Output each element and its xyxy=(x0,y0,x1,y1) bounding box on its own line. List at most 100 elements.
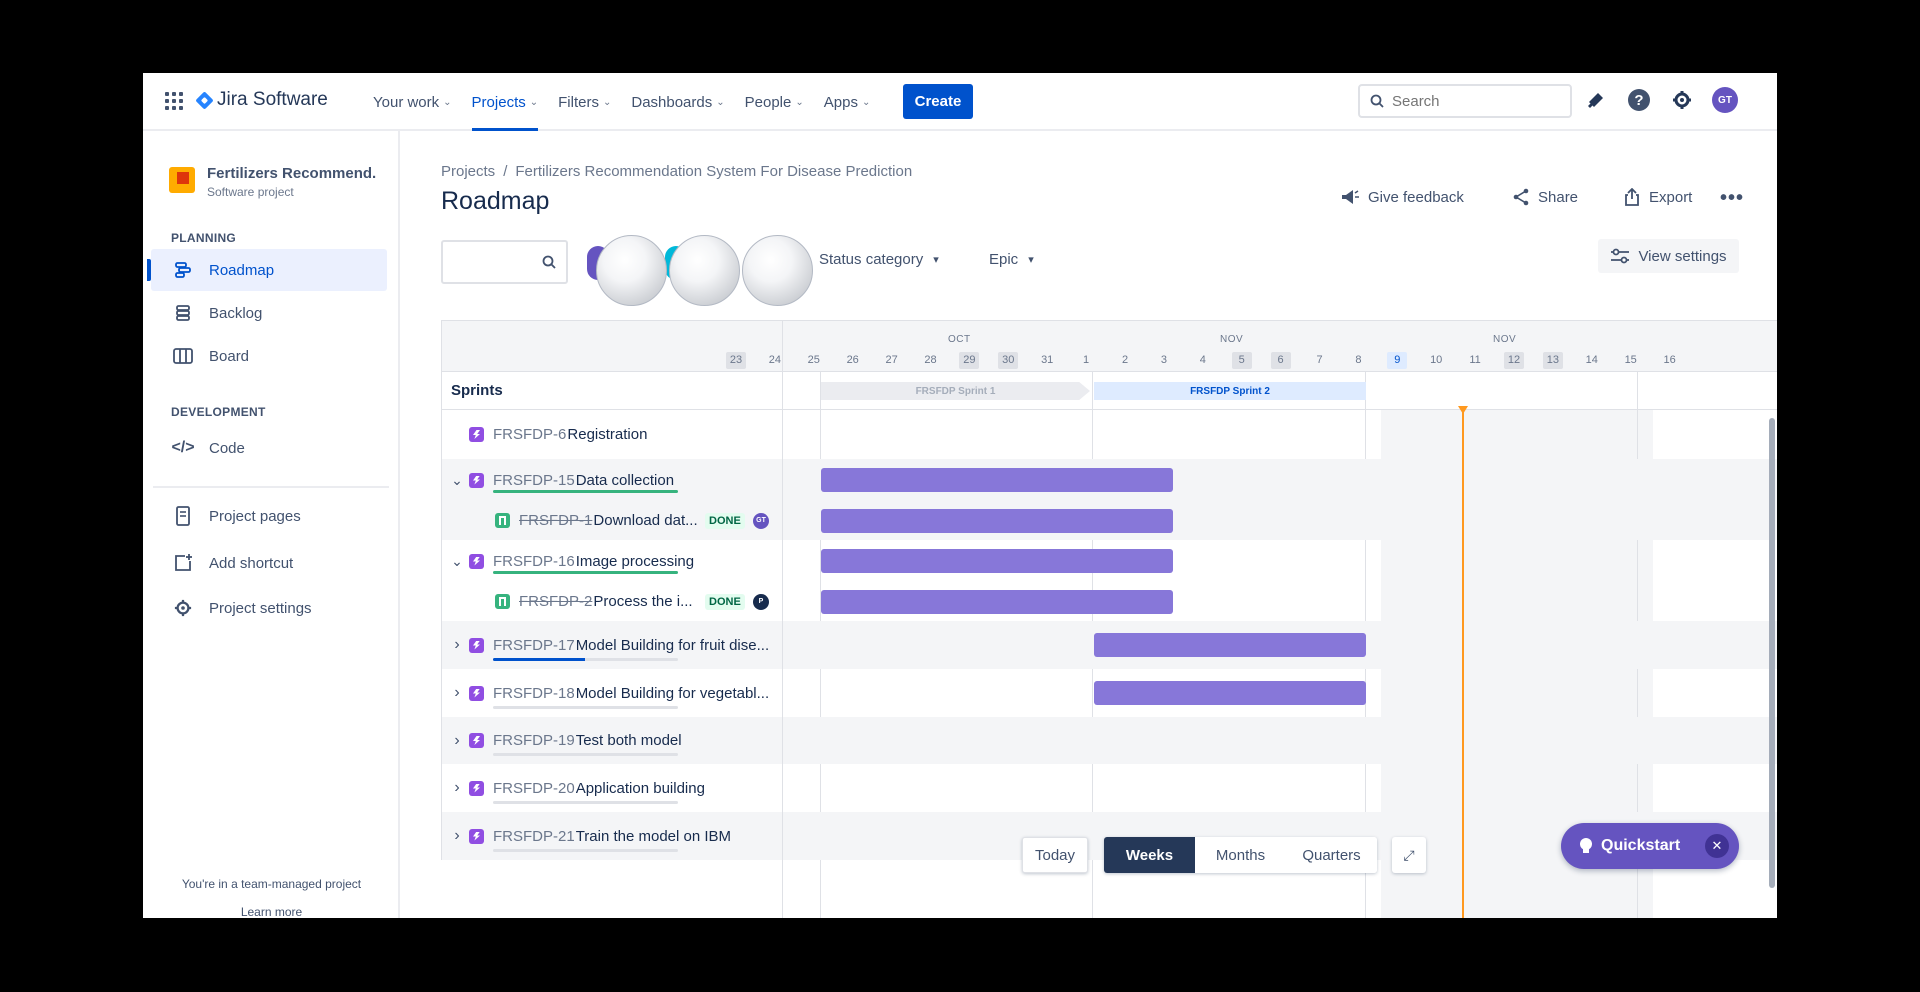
today-button[interactable]: Today xyxy=(1022,837,1088,873)
sidebar-item-roadmap[interactable]: Roadmap xyxy=(147,249,387,291)
share-button[interactable]: Share xyxy=(1512,188,1578,206)
search-box[interactable] xyxy=(1358,84,1572,118)
sidebar-item-backlog[interactable]: Backlog xyxy=(151,292,387,334)
chevron-down-icon[interactable]: ⌄ xyxy=(451,472,463,489)
assignee-avatar[interactable]: P xyxy=(753,593,769,610)
chevron-down-icon[interactable]: ⌄ xyxy=(451,553,463,570)
project-header[interactable]: Fertilizers Recommend... Software projec… xyxy=(169,165,377,199)
app-switcher-icon[interactable] xyxy=(165,92,183,110)
jira-logo[interactable]: Jira Software xyxy=(195,89,328,111)
issue-key[interactable]: FRSFDP-20 xyxy=(493,780,575,797)
fullscreen-button[interactable]: ⤢ xyxy=(1392,837,1426,873)
nav-your-work[interactable]: Your work ⌄ xyxy=(373,73,452,131)
sidebar-item-project-settings[interactable]: Project settings xyxy=(151,587,387,629)
issue-summary[interactable]: Registration xyxy=(567,426,647,443)
issue-key[interactable]: FRSFDP-6 xyxy=(493,426,566,443)
issue-summary[interactable]: Application building xyxy=(576,780,705,797)
roadmap-row[interactable]: FRSFDP-1 Download dat... DONE GT xyxy=(441,501,1777,540)
issue-key[interactable]: FRSFDP-16 xyxy=(493,553,575,570)
issue-key[interactable]: FRSFDP-21 xyxy=(493,828,575,845)
roadmap-row[interactable]: FRSFDP-6 Registration xyxy=(441,410,1777,459)
chevron-right-icon[interactable]: › xyxy=(451,684,463,702)
sidebar-item-project-pages[interactable]: Project pages xyxy=(151,495,387,537)
learn-more-link[interactable]: Learn more xyxy=(143,905,400,918)
breadcrumb-projects[interactable]: Projects xyxy=(441,163,495,180)
view-settings-button[interactable]: View settings xyxy=(1598,239,1739,273)
day-label: 31 xyxy=(1041,354,1054,366)
nav-apps[interactable]: Apps ⌄ xyxy=(824,73,871,131)
issue-summary[interactable]: Download dat... xyxy=(593,512,697,529)
roadmap-search[interactable] xyxy=(441,240,568,284)
issue-key[interactable]: FRSFDP-1 xyxy=(519,512,592,529)
timeline-bar[interactable] xyxy=(821,549,1173,573)
issue-summary[interactable]: Data collection xyxy=(576,472,674,489)
timeline-header: OCT NOV NOV 23 24 25 26 27 28 29 30 31 1 2 3 4 5 6 7 8 9 1… xyxy=(441,320,1777,372)
profile-button[interactable]: GT xyxy=(1712,87,1738,113)
nav-projects[interactable]: Projects ⌄ xyxy=(471,73,538,131)
timeline-bar[interactable] xyxy=(821,468,1173,492)
timeline-bar[interactable] xyxy=(1094,681,1366,705)
create-button[interactable]: Create xyxy=(903,84,973,119)
status-category-filter[interactable]: Status category ▾ xyxy=(819,251,939,268)
sidebar-item-add-shortcut[interactable]: Add shortcut xyxy=(151,542,387,584)
assignee-avatar-filter[interactable] xyxy=(669,235,740,306)
nav-dashboards[interactable]: Dashboards ⌄ xyxy=(631,73,724,131)
sidebar-item-board[interactable]: Board xyxy=(151,335,387,377)
issue-key[interactable]: FRSFDP-19 xyxy=(493,732,575,749)
issue-summary[interactable]: Model Building for vegetabl... xyxy=(576,685,769,702)
issue-key[interactable]: FRSFDP-17 xyxy=(493,637,575,654)
roadmap-row[interactable]: › FRSFDP-19 Test both model xyxy=(441,717,1777,764)
more-actions-button[interactable]: ••• xyxy=(1720,187,1744,210)
weeks-button[interactable]: Weeks xyxy=(1104,837,1195,873)
epic-icon xyxy=(469,828,484,844)
status-badge: DONE xyxy=(705,593,745,610)
issue-key[interactable]: FRSFDP-18 xyxy=(493,685,575,702)
issue-summary[interactable]: Image processing xyxy=(576,553,694,570)
issue-key[interactable]: FRSFDP-2 xyxy=(519,593,592,610)
roadmap-row[interactable]: ⌄ FRSFDP-16 Image processing xyxy=(441,540,1777,582)
settings-icon[interactable] xyxy=(1669,87,1695,113)
timeline-bar[interactable] xyxy=(821,509,1173,533)
chevron-right-icon[interactable]: › xyxy=(451,827,463,845)
issue-summary[interactable]: Train the model on IBM xyxy=(576,828,731,845)
assignee-avatar-filter[interactable] xyxy=(596,235,667,306)
roadmap-row[interactable]: › FRSFDP-20 Application building xyxy=(441,764,1777,812)
avatar: GT xyxy=(1712,87,1738,113)
roadmap-row[interactable]: › FRSFDP-17 Model Building for fruit dise.… xyxy=(441,621,1777,669)
sidebar-item-code[interactable]: </> Code xyxy=(151,427,387,469)
chevron-right-icon[interactable]: › xyxy=(451,732,463,750)
issue-key[interactable]: FRSFDP-15 xyxy=(493,472,575,489)
chevron-right-icon[interactable]: › xyxy=(451,636,463,654)
nav-people[interactable]: People ⌄ xyxy=(745,73,804,131)
page-title: Roadmap xyxy=(441,187,550,215)
nav-label: Apps xyxy=(823,93,858,111)
search-input[interactable] xyxy=(1392,92,1542,110)
assignee-avatar-filter[interactable] xyxy=(742,235,813,306)
assignee-avatar[interactable]: GT xyxy=(753,512,769,529)
give-feedback-button[interactable]: Give feedback xyxy=(1340,188,1464,206)
epic-filter[interactable]: Epic ▾ xyxy=(989,251,1034,268)
help-icon[interactable]: ? xyxy=(1626,87,1652,113)
close-icon[interactable]: ✕ xyxy=(1705,834,1729,858)
nav-filters[interactable]: Filters ⌄ xyxy=(558,73,611,131)
roadmap-row[interactable]: › FRSFDP-18 Model Building for vegetabl... xyxy=(441,669,1777,717)
breadcrumb-project[interactable]: Fertilizers Recommendation System For Di… xyxy=(515,163,912,180)
months-button[interactable]: Months xyxy=(1195,837,1286,873)
story-icon xyxy=(495,594,510,609)
roadmap-row[interactable]: FRSFDP-2 Process the i... DONE P xyxy=(441,582,1777,621)
roadmap-search-input[interactable] xyxy=(462,254,542,270)
vertical-scrollbar[interactable] xyxy=(1769,418,1775,888)
export-button[interactable]: Export xyxy=(1623,188,1692,206)
timeline-bar[interactable] xyxy=(821,590,1173,614)
quarters-button[interactable]: Quarters xyxy=(1286,837,1377,873)
issue-summary[interactable]: Process the i... xyxy=(593,593,692,610)
notifications-icon[interactable] xyxy=(1583,87,1609,113)
sprint-1-chip[interactable]: FRSFDP Sprint 1 xyxy=(821,382,1090,400)
sprint-2-chip[interactable]: FRSFDP Sprint 2 xyxy=(1094,382,1366,400)
roadmap-row[interactable]: ⌄ FRSFDP-15 Data collection xyxy=(441,459,1777,501)
issue-summary[interactable]: Test both model xyxy=(576,732,682,749)
quickstart-button[interactable]: Quickstart ✕ xyxy=(1561,823,1739,869)
issue-summary[interactable]: Model Building for fruit dise... xyxy=(576,637,769,654)
chevron-right-icon[interactable]: › xyxy=(451,779,463,797)
timeline-bar[interactable] xyxy=(1094,633,1366,657)
